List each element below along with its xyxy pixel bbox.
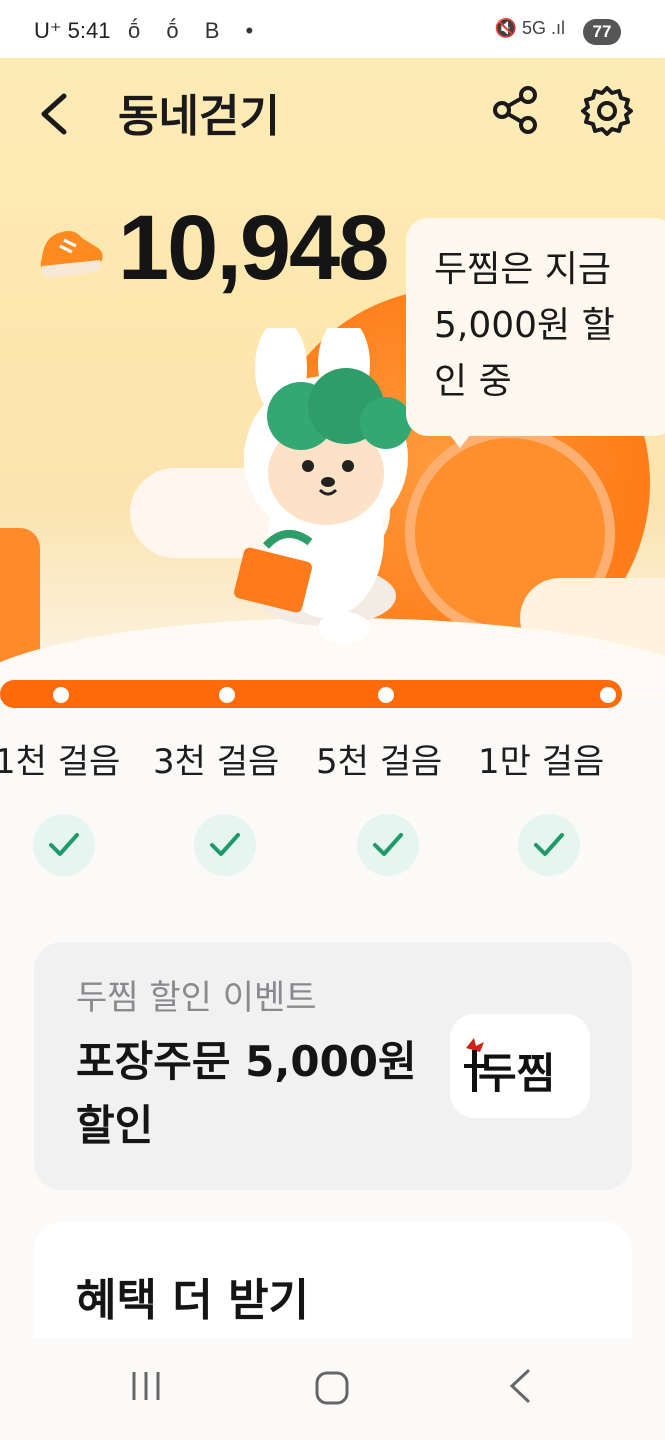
- check-icon: [210, 833, 240, 856]
- promo-speech-bubble[interactable]: 두찜은 지금 5,000원 할 인 중: [406, 218, 665, 436]
- home-icon[interactable]: [314, 1370, 350, 1406]
- milestone-dot: [378, 687, 394, 703]
- check-icon: [49, 833, 79, 856]
- milestone-label: 1천 걸음: [0, 742, 121, 782]
- shoe-icon: [40, 230, 103, 278]
- promo-line: 5,000원 할: [434, 305, 615, 346]
- step-count: 10,948: [118, 197, 389, 299]
- bubble-tail: [446, 430, 474, 448]
- milestone-dot: [600, 687, 616, 703]
- step-progress-bar: [0, 680, 622, 708]
- share-button[interactable]: [490, 84, 542, 136]
- milestone-check: [33, 814, 95, 876]
- chevron-left-icon: [41, 93, 67, 135]
- brand-logo-text: 두찜: [478, 1049, 556, 1098]
- recents-icon[interactable]: [128, 1368, 164, 1404]
- check-icon: [373, 833, 403, 856]
- milestone-check: [518, 814, 580, 876]
- status-bar: U⁺ 5:41 ṓ ṓ B • 🔇 5G .ıl 77: [0, 0, 665, 58]
- milestone-dot: [219, 687, 235, 703]
- battery-icon: 77: [583, 19, 621, 45]
- rabbit-mascot-icon: [234, 328, 412, 644]
- milestone-check: [357, 814, 419, 876]
- milestone-dot: [53, 687, 69, 703]
- status-time: U⁺ 5:41: [34, 18, 111, 43]
- promo-line: 인 중: [434, 361, 512, 402]
- share-icon: [493, 86, 537, 134]
- back-button[interactable]: [30, 86, 80, 142]
- milestone-label: 5천 걸음: [316, 742, 443, 782]
- event-title: 포장주문 5,000원 할인: [76, 1037, 417, 1150]
- promo-line: 두찜은 지금: [434, 249, 612, 290]
- check-icon: [534, 833, 564, 856]
- brand-logo: 두찜: [450, 1014, 590, 1118]
- milestone-label: 3천 걸음: [153, 742, 280, 782]
- gear-icon: [581, 86, 633, 136]
- signal-icons: 🔇 5G .ıl: [494, 18, 565, 38]
- milestone-check: [194, 814, 256, 876]
- event-subtitle: 두찜 할인 이벤트: [76, 978, 317, 1018]
- milestone-label: 1만 걸음: [478, 742, 605, 782]
- benefit-title: 혜택 더 받기: [76, 1275, 310, 1326]
- back-icon[interactable]: [506, 1368, 534, 1404]
- settings-button[interactable]: [580, 84, 634, 138]
- notification-icons: ṓ ṓ B •: [128, 18, 264, 43]
- page-title: 동네걷기: [118, 91, 280, 142]
